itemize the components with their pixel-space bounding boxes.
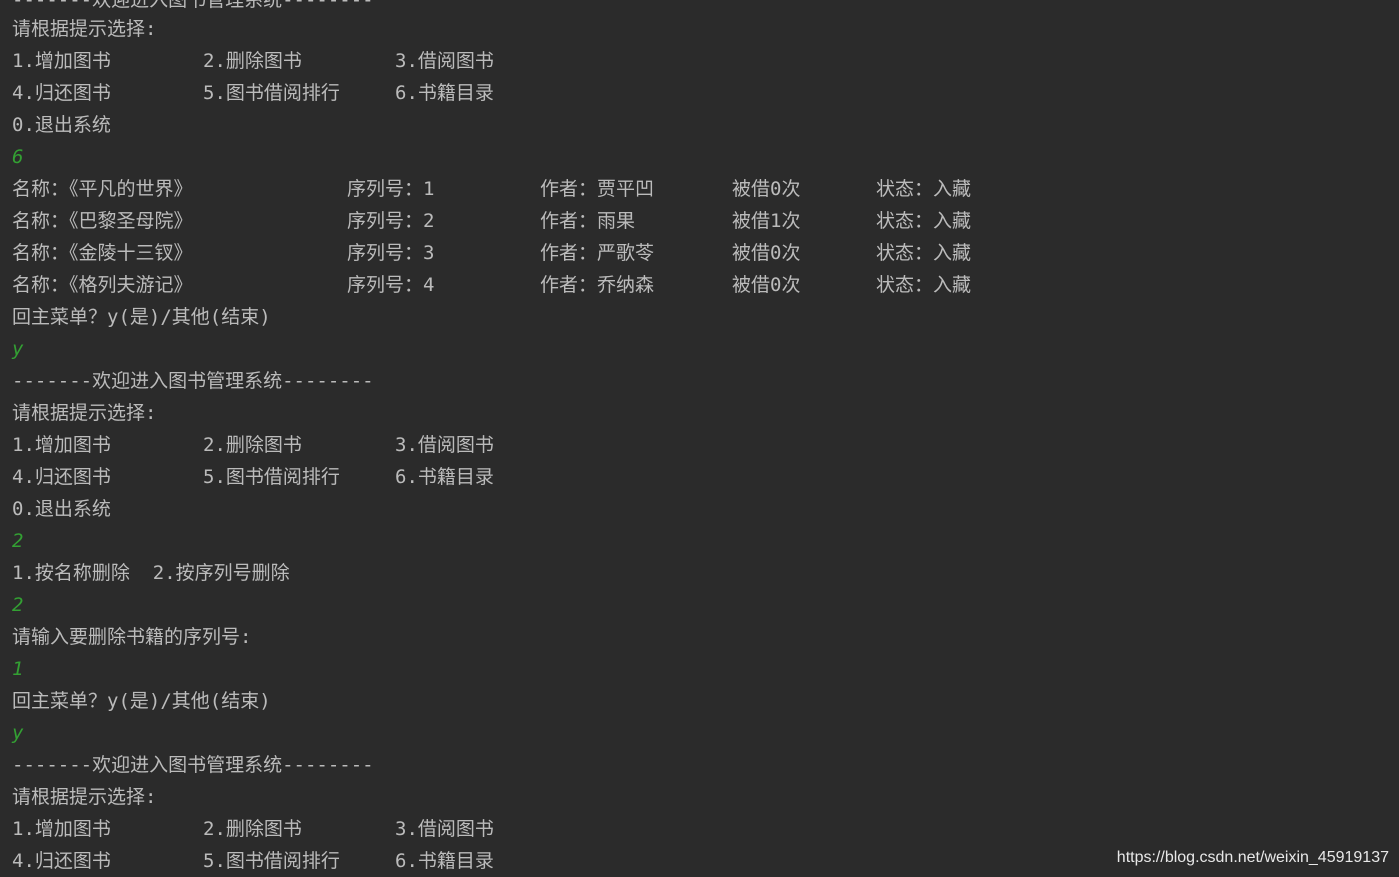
book-author: 作者：严歌苓 bbox=[540, 242, 655, 264]
user-input-line: 2 bbox=[12, 530, 24, 552]
back-to-menu-prompt: 回主菜单？y(是)/其他(结束) bbox=[12, 690, 271, 712]
menu-option-exit: 0.退出系统 bbox=[12, 498, 111, 520]
menu-row: 4.归还图书 5.图书借阅排行 6.书籍目录 bbox=[12, 77, 494, 109]
book-name: 名称：《格列夫游记》 bbox=[12, 274, 193, 296]
menu-option-delete: 2.删除图书 bbox=[203, 50, 302, 72]
book-row: 名称：《平凡的世界》 序列号：1 作者：贾平凹 被借0次 状态：入藏 bbox=[12, 173, 971, 205]
menu-row: 4.归还图书 5.图书借阅排行 6.书籍目录 bbox=[12, 845, 494, 877]
menu-option-ranking: 5.图书借阅排行 bbox=[203, 82, 340, 104]
console-output[interactable]: -------欢迎进入图书管理系统-------- 请根据提示选择: 1.增加图… bbox=[0, 0, 1399, 877]
book-borrow-count: 被借0次 bbox=[732, 178, 801, 200]
book-row: 名称：《巴黎圣母院》 序列号：2 作者：雨果 被借1次 状态：入藏 bbox=[12, 205, 971, 237]
user-input-line: 6 bbox=[12, 146, 24, 168]
menu-option-return: 4.归还图书 bbox=[12, 850, 111, 872]
book-row: 名称：《金陵十三钗》 序列号：3 作者：严歌苓 被借0次 状态：入藏 bbox=[12, 237, 971, 269]
book-id: 序列号：3 bbox=[347, 242, 435, 264]
menu-row: 4.归还图书 5.图书借阅排行 6.书籍目录 bbox=[12, 461, 494, 493]
back-to-menu-prompt: 回主菜单？y(是)/其他(结束) bbox=[12, 306, 271, 328]
menu-option-delete: 2.删除图书 bbox=[203, 434, 302, 456]
user-input-line: y bbox=[12, 338, 24, 360]
book-name: 名称：《金陵十三钗》 bbox=[12, 242, 193, 264]
menu-option-borrow: 3.借阅图书 bbox=[395, 818, 494, 840]
book-author: 作者：贾平凹 bbox=[540, 178, 655, 200]
book-borrow-count: 被借0次 bbox=[732, 274, 801, 296]
user-input-line: y bbox=[12, 722, 24, 744]
book-row: 名称：《格列夫游记》 序列号：4 作者：乔纳森 被借0次 状态：入藏 bbox=[12, 269, 971, 301]
book-status: 状态：入藏 bbox=[876, 274, 972, 296]
delete-prompt-line: 请输入要删除书籍的序列号: bbox=[12, 626, 252, 648]
book-status: 状态：入藏 bbox=[876, 178, 972, 200]
menu-option-exit: 0.退出系统 bbox=[12, 114, 111, 136]
menu-option-return: 4.归还图书 bbox=[12, 82, 111, 104]
delete-options-line: 1.按名称删除 2.按序列号删除 bbox=[12, 562, 290, 584]
book-borrow-count: 被借1次 bbox=[732, 210, 801, 232]
menu-option-return: 4.归还图书 bbox=[12, 466, 111, 488]
book-author: 作者：乔纳森 bbox=[540, 274, 655, 296]
book-name: 名称：《平凡的世界》 bbox=[12, 178, 193, 200]
prompt-select-line: 请根据提示选择: bbox=[12, 402, 157, 424]
menu-option-borrow: 3.借阅图书 bbox=[395, 434, 494, 456]
book-id: 序列号：1 bbox=[347, 178, 435, 200]
console-header-line: -------欢迎进入图书管理系统-------- bbox=[12, 754, 374, 776]
menu-option-ranking: 5.图书借阅排行 bbox=[203, 466, 340, 488]
book-id: 序列号：2 bbox=[347, 210, 435, 232]
menu-option-catalog: 6.书籍目录 bbox=[395, 82, 494, 104]
menu-option-add: 1.增加图书 bbox=[12, 818, 111, 840]
console-header-line: -------欢迎进入图书管理系统-------- bbox=[12, 370, 374, 392]
user-input-line: 2 bbox=[12, 594, 24, 616]
book-status: 状态：入藏 bbox=[876, 242, 972, 264]
book-borrow-count: 被借0次 bbox=[732, 242, 801, 264]
menu-option-borrow: 3.借阅图书 bbox=[395, 50, 494, 72]
book-status: 状态：入藏 bbox=[876, 210, 972, 232]
menu-option-delete: 2.删除图书 bbox=[203, 818, 302, 840]
menu-option-catalog: 6.书籍目录 bbox=[395, 850, 494, 872]
menu-row: 1.增加图书 2.删除图书 3.借阅图书 bbox=[12, 429, 494, 461]
user-input-line: 1 bbox=[12, 658, 24, 680]
menu-row: 1.增加图书 2.删除图书 3.借阅图书 bbox=[12, 45, 494, 77]
book-author: 作者：雨果 bbox=[540, 210, 636, 232]
prompt-select-line: 请根据提示选择: bbox=[12, 18, 157, 40]
menu-option-catalog: 6.书籍目录 bbox=[395, 466, 494, 488]
menu-option-add: 1.增加图书 bbox=[12, 434, 111, 456]
book-name: 名称：《巴黎圣母院》 bbox=[12, 210, 193, 232]
menu-option-add: 1.增加图书 bbox=[12, 50, 111, 72]
prompt-select-line: 请根据提示选择: bbox=[12, 786, 157, 808]
menu-option-ranking: 5.图书借阅排行 bbox=[203, 850, 340, 872]
watermark-url: https://blog.csdn.net/weixin_45919137 bbox=[1116, 849, 1389, 866]
menu-row: 1.增加图书 2.删除图书 3.借阅图书 bbox=[12, 813, 494, 845]
book-id: 序列号：4 bbox=[347, 274, 435, 296]
